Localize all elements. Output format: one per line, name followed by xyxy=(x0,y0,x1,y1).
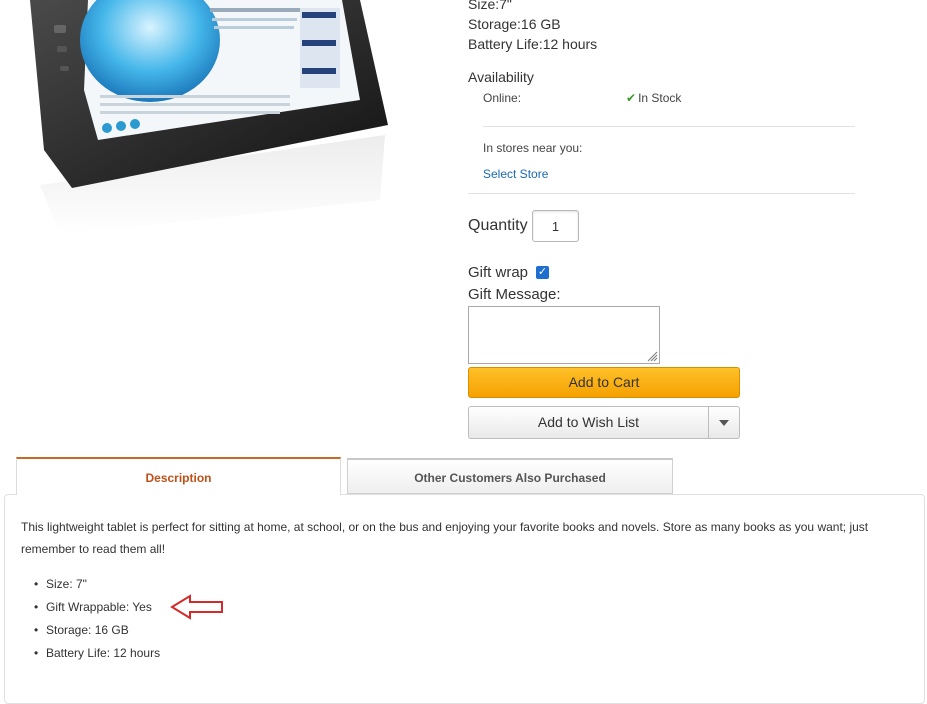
wish-list-dropdown-button[interactable] xyxy=(708,406,740,439)
checkmark-icon: ✔ xyxy=(626,91,637,105)
tab-description[interactable]: Description xyxy=(16,457,341,495)
list-item: Size: 7" xyxy=(34,573,160,596)
spec-size: Size:7" xyxy=(468,0,512,12)
divider xyxy=(468,193,855,194)
gift-message-label: Gift Message: xyxy=(468,286,561,303)
left-arrow-icon xyxy=(170,594,223,620)
quantity-input[interactable] xyxy=(532,210,579,242)
add-to-cart-button[interactable]: Add to Cart xyxy=(468,367,740,398)
product-image xyxy=(0,0,400,235)
add-to-wish-list-button[interactable]: Add to Wish List xyxy=(468,406,709,439)
divider xyxy=(483,126,855,127)
product-specs: Size:7" Storage:16 GB Battery Life:12 ho… xyxy=(468,0,597,54)
quantity-label: Quantity xyxy=(468,217,528,234)
gift-wrap-label: Gift wrap xyxy=(468,264,529,281)
spec-battery: Battery Life:12 hours xyxy=(468,36,598,52)
in-stock-text: In Stock xyxy=(638,91,682,105)
description-text: This lightweight tablet is perfect for s… xyxy=(21,520,869,556)
chevron-down-icon xyxy=(719,420,729,426)
stores-label: In stores near you: xyxy=(483,141,583,155)
resize-grip-icon[interactable] xyxy=(646,350,658,362)
feature-list: Size: 7" Gift Wrappable: Yes Storage: 16… xyxy=(34,573,160,665)
online-label: Online: xyxy=(483,91,522,105)
tab-other-customers-also-purchased[interactable]: Other Customers Also Purchased xyxy=(347,458,673,494)
list-item: Storage: 16 GB xyxy=(34,619,160,642)
list-item: Battery Life: 12 hours xyxy=(34,642,160,665)
availability-title: Availability xyxy=(468,69,534,85)
gift-wrap-checkbox[interactable]: ✓ xyxy=(536,266,549,279)
gift-message-textarea[interactable] xyxy=(468,306,660,364)
select-store-link[interactable]: Select Store xyxy=(483,167,548,181)
in-stock-status: ✔ In Stock xyxy=(626,91,681,105)
list-item: Gift Wrappable: Yes xyxy=(34,596,160,619)
spec-storage: Storage:16 GB xyxy=(468,16,561,32)
